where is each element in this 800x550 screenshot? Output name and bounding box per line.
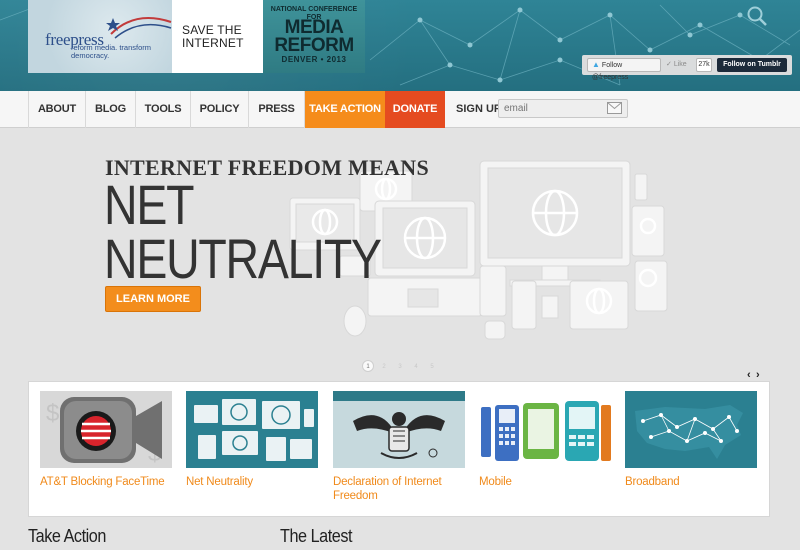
slider-dot-5[interactable]: 5 <box>426 361 438 373</box>
facetime-camera-image: $ $ <box>40 391 172 468</box>
slider-pagination: 12345 <box>362 355 442 372</box>
slider-dot-2[interactable]: 2 <box>378 361 390 373</box>
svg-text:$: $ <box>46 400 59 427</box>
freepress-logo[interactable]: freepress reform media. transform democr… <box>28 0 172 73</box>
nav-about[interactable]: ABOUT <box>28 91 86 128</box>
tumblr-follow-button[interactable]: Follow on Tumblr <box>717 58 787 72</box>
nav-tools[interactable]: TOOLS <box>136 91 191 128</box>
social-buttons: ▲ Follow @freepress ✓ Like 27k Follow on … <box>582 55 792 81</box>
take-action-heading: Take Action <box>28 526 106 546</box>
card-declaration[interactable]: Declaration of Internet Freedom <box>333 391 465 503</box>
card-broadband[interactable]: Broadband <box>625 391 757 489</box>
nav-take-action[interactable]: TAKE ACTION <box>305 91 385 128</box>
slider-dot-4[interactable]: 4 <box>410 361 422 373</box>
main-nav: ABOUT BLOG TOOLS POLICY PRESS TAKE ACTIO… <box>0 91 800 128</box>
save-the-internet-banner[interactable]: SAVE THE INTERNET <box>172 0 263 73</box>
conference-line2: MEDIA REFORM <box>274 17 354 56</box>
prev-arrow-icon[interactable]: ‹ <box>747 369 756 381</box>
conference-line3: DENVER • 2013 <box>281 55 347 64</box>
logo-star-icon <box>106 17 172 39</box>
broadband-us-map-image <box>625 391 757 468</box>
card-net-neutrality[interactable]: Net Neutrality <box>186 391 318 489</box>
card-title: Mobile <box>479 476 512 488</box>
twitter-bird-icon: ▲ <box>592 60 600 69</box>
mobile-phones-image <box>479 391 611 468</box>
facebook-like-button[interactable]: ✓ Like <box>666 58 692 72</box>
hero-headline: NET NEUTRALITY <box>104 173 382 290</box>
like-count: 27k <box>696 58 712 72</box>
site-header: freepress reform media. transform democr… <box>0 0 800 91</box>
search-icon[interactable] <box>745 4 769 28</box>
slider-dot-1[interactable]: 1 <box>362 360 374 372</box>
card-title: Net Neutrality <box>186 476 253 488</box>
hero-headline-line2: NEUTRALITY <box>104 227 382 290</box>
card-title: AT&T Blocking FaceTime <box>40 476 165 488</box>
declaration-eagle-seal-image <box>333 391 465 468</box>
mail-submit-icon[interactable] <box>607 102 622 114</box>
hero-slider: INTERNET FREEDOM MEANS NET NEUTRALITY LE… <box>0 128 800 381</box>
media-reform-conference-banner[interactable]: NATIONAL CONFERENCE FOR MEDIA REFORM DEN… <box>263 0 365 73</box>
card-title: Declaration of Internet Freedom <box>333 476 442 502</box>
next-arrow-icon[interactable]: › <box>756 369 765 381</box>
net-neutrality-devices-image <box>186 391 318 468</box>
the-latest-heading: The Latest <box>280 526 353 546</box>
slider-dot-3[interactable]: 3 <box>394 361 406 373</box>
card-att-facetime[interactable]: $ $ AT&T Blocking FaceTime <box>40 391 172 489</box>
nav-press[interactable]: PRESS <box>249 91 305 128</box>
learn-more-button[interactable]: LEARN MORE <box>105 286 201 312</box>
logo-tagline: reform media. transform democracy. <box>71 43 152 60</box>
featured-carousel: $ $ AT&T Blocking FaceTime Net Neutralit… <box>28 381 770 517</box>
save-the-internet-text: SAVE THE INTERNET <box>182 23 244 50</box>
like-label: Like <box>673 61 687 68</box>
card-title: Broadband <box>625 476 680 488</box>
nav-donate[interactable]: DONATE <box>385 91 445 128</box>
card-mobile[interactable]: Mobile <box>479 391 611 489</box>
nav-blog[interactable]: BLOG <box>86 91 136 128</box>
nav-policy[interactable]: POLICY <box>191 91 249 128</box>
twitter-follow-button[interactable]: ▲ Follow @freepress <box>587 58 661 81</box>
hero-headline-line1: NET <box>104 173 194 236</box>
